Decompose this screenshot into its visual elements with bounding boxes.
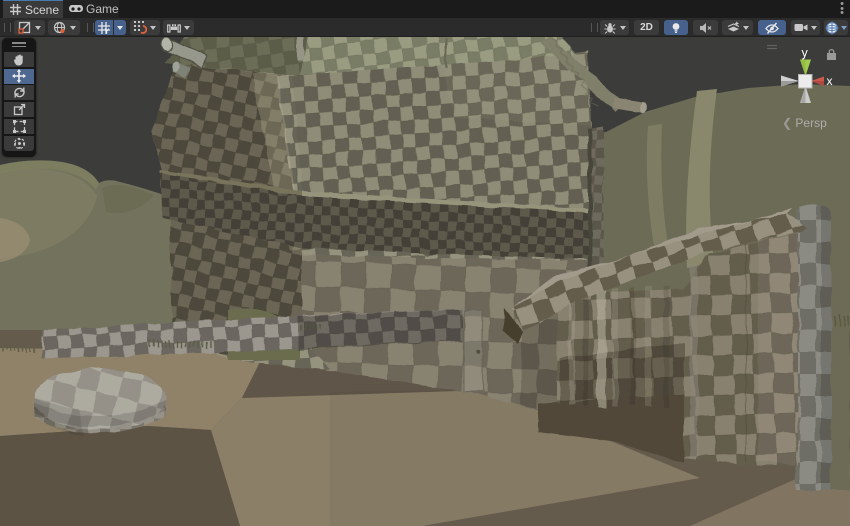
svg-text:y: y [802, 46, 809, 60]
svg-text:Y: Y [105, 28, 110, 34]
svg-text:x: x [827, 74, 833, 88]
